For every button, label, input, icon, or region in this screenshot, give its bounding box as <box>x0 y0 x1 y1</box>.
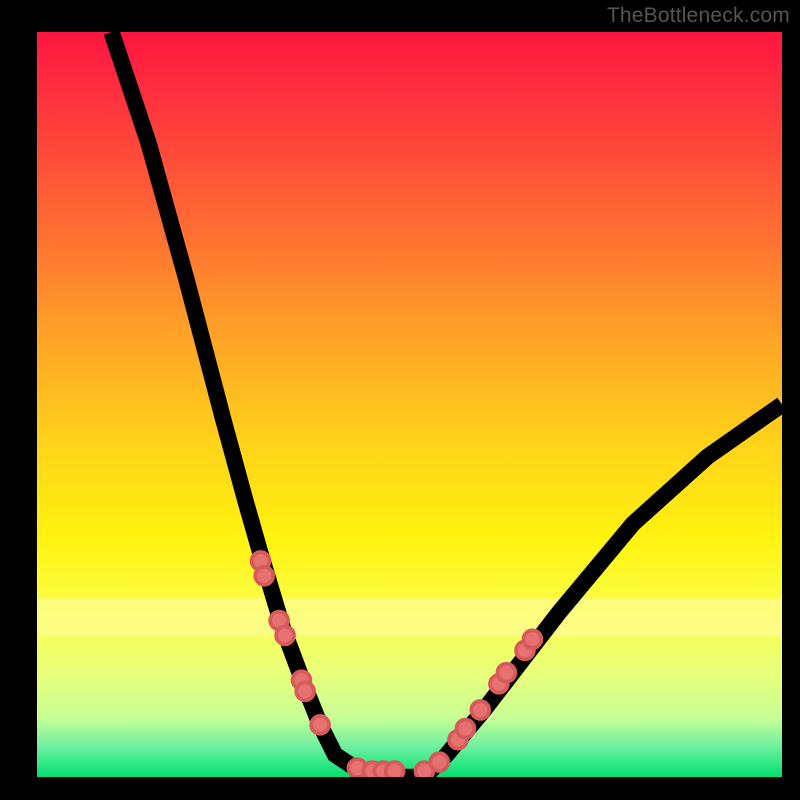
data-dot <box>430 753 448 771</box>
data-dot <box>456 720 474 738</box>
watermark-text: TheBottleneck.com <box>607 4 790 28</box>
data-dot <box>276 627 294 645</box>
data-dot <box>386 762 404 777</box>
data-dot <box>471 701 489 719</box>
data-dot <box>497 664 515 682</box>
plot-area <box>37 32 782 777</box>
data-dot <box>255 567 273 585</box>
data-dot <box>296 682 314 700</box>
data-dot <box>311 716 329 734</box>
chart-frame: TheBottleneck.com <box>0 0 800 800</box>
dots-layer <box>37 32 782 777</box>
data-dot <box>523 630 541 648</box>
